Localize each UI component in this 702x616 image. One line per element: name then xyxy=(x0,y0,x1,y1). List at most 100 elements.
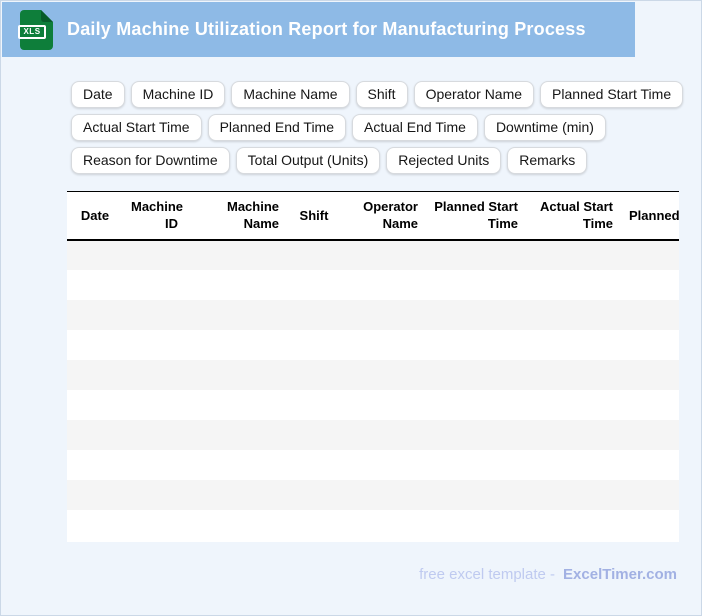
table-cell xyxy=(426,359,526,390)
field-chip[interactable]: Date xyxy=(71,81,125,108)
table-cell xyxy=(526,299,621,330)
table-cell xyxy=(621,239,679,270)
table-cell xyxy=(426,389,526,420)
table-row xyxy=(67,269,679,300)
field-chip[interactable]: Downtime (min) xyxy=(483,114,606,141)
table-cell xyxy=(67,389,123,420)
field-chip-list: Date Machine ID Machine Name Shift Operator … xyxy=(71,81,687,174)
table-cell xyxy=(186,419,287,450)
column-header-machine-id: Machine ID xyxy=(123,191,186,241)
table-cell xyxy=(186,449,287,480)
table-cell xyxy=(526,389,621,420)
table-cell xyxy=(426,239,526,270)
field-chip[interactable]: Machine Name xyxy=(231,81,350,108)
table-cell xyxy=(341,389,426,420)
table-cell xyxy=(526,269,621,300)
column-header-planned-end-time: Planned End Time xyxy=(621,191,679,241)
column-header-actual-start-time: Actual Start Time xyxy=(526,191,621,241)
table-cell xyxy=(526,329,621,360)
table-row xyxy=(67,509,679,540)
table-cell xyxy=(67,479,123,510)
table-cell xyxy=(186,359,287,390)
table-cell xyxy=(67,509,123,540)
field-chip[interactable]: Reason for Downtime xyxy=(71,147,230,174)
field-chip[interactable]: Machine ID xyxy=(130,81,226,108)
field-chip[interactable]: Operator Name xyxy=(413,81,535,108)
table-cell xyxy=(67,299,123,330)
table-cell xyxy=(67,359,123,390)
table-cell xyxy=(621,359,679,390)
table-cell xyxy=(621,389,679,420)
table-cell xyxy=(426,449,526,480)
table-cell xyxy=(621,419,679,450)
table-cell xyxy=(287,269,341,300)
field-chip[interactable]: Actual End Time xyxy=(352,114,478,141)
table-cell xyxy=(426,419,526,450)
column-header-machine-name: Machine Name xyxy=(186,191,287,241)
table-cell xyxy=(341,299,426,330)
table-row xyxy=(67,389,679,420)
table-cell xyxy=(341,269,426,300)
table-cell xyxy=(123,449,186,480)
footer-text: free excel template - xyxy=(419,566,556,583)
table-cell xyxy=(426,329,526,360)
table-cell xyxy=(526,419,621,450)
table-cell xyxy=(287,479,341,510)
table-row xyxy=(67,449,679,480)
utilization-table-container: Date Machine ID Machine Name Shift Opera… xyxy=(67,191,679,542)
table-cell xyxy=(621,299,679,330)
table-cell xyxy=(123,479,186,510)
table-row xyxy=(67,359,679,390)
table-cell xyxy=(341,449,426,480)
page-title: Daily Machine Utilization Report for Man… xyxy=(67,19,586,39)
table-cell xyxy=(287,329,341,360)
table-cell xyxy=(526,449,621,480)
table-cell xyxy=(287,239,341,270)
xls-badge-label: XLS xyxy=(18,24,46,39)
table-cell xyxy=(341,479,426,510)
table-cell xyxy=(621,329,679,360)
table-cell xyxy=(287,449,341,480)
app-header-bar: XLS Daily Machine Utilization Report for… xyxy=(2,2,635,57)
table-cell xyxy=(67,269,123,300)
field-chip[interactable]: Remarks xyxy=(507,147,588,174)
table-cell xyxy=(186,269,287,300)
table-row xyxy=(67,479,679,510)
table-cell xyxy=(123,389,186,420)
table-cell xyxy=(123,269,186,300)
table-cell xyxy=(186,509,287,540)
field-chip[interactable]: Rejected Units xyxy=(386,147,502,174)
table-cell xyxy=(621,479,679,510)
table-cell xyxy=(526,509,621,540)
xls-file-icon: XLS xyxy=(18,9,53,50)
table-header-row: Date Machine ID Machine Name Shift Opera… xyxy=(67,191,679,241)
table-cell xyxy=(287,389,341,420)
table-cell xyxy=(186,299,287,330)
field-chip[interactable]: Shift xyxy=(355,81,408,108)
table-cell xyxy=(67,239,123,270)
table-cell xyxy=(123,359,186,390)
table-body xyxy=(67,239,679,540)
field-chip[interactable]: Planned End Time xyxy=(207,114,346,141)
table-cell xyxy=(621,449,679,480)
table-cell xyxy=(186,329,287,360)
field-chip[interactable]: Planned Start Time xyxy=(540,81,684,108)
table-cell xyxy=(67,419,123,450)
table-cell xyxy=(341,419,426,450)
table-cell xyxy=(186,389,287,420)
table-cell xyxy=(123,509,186,540)
table-cell xyxy=(287,359,341,390)
field-chip[interactable]: Actual Start Time xyxy=(71,114,202,141)
column-header-date: Date xyxy=(67,191,123,241)
table-cell xyxy=(526,359,621,390)
field-chip[interactable]: Total Output (Units) xyxy=(235,147,381,174)
utilization-table: Date Machine ID Machine Name Shift Opera… xyxy=(67,191,679,540)
table-cell xyxy=(341,329,426,360)
brand-link[interactable]: ExcelTimer.com xyxy=(563,566,677,583)
table-cell xyxy=(621,269,679,300)
table-cell xyxy=(426,269,526,300)
table-cell xyxy=(341,509,426,540)
table-cell xyxy=(341,239,426,270)
table-cell xyxy=(526,479,621,510)
table-cell xyxy=(341,359,426,390)
